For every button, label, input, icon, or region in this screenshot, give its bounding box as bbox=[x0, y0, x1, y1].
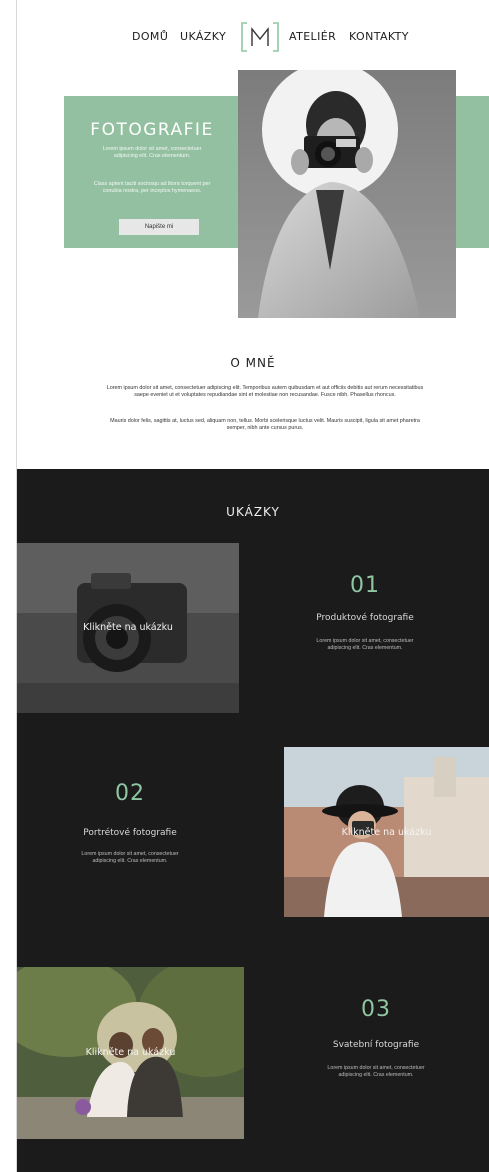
sample-card-portrait[interactable]: Klikněte na ukázku bbox=[284, 747, 489, 917]
hero-photo-photographer bbox=[238, 70, 456, 318]
sample-label-3: Svatební fotografie bbox=[332, 1040, 420, 1050]
sample-card-wedding[interactable]: Klikněte na ukázku bbox=[17, 967, 244, 1139]
sample-text-3: Lorem ipsum dolor sit amet, consectetuer… bbox=[327, 1065, 425, 1078]
logo-mark-icon bbox=[241, 22, 279, 52]
sample-number-1: 01 bbox=[350, 573, 380, 598]
hero-title: FOTOGRAFIE bbox=[90, 120, 214, 140]
about-title: O MNĚ bbox=[230, 356, 276, 370]
about-paragraph-2: Mauris dolor felis, sagittis at, luctus … bbox=[110, 418, 420, 431]
sample-cta-2: Klikněte na ukázku bbox=[341, 827, 432, 838]
hero-paragraph-1: Lorem ipsum dolor sit amet, consectetuer… bbox=[102, 146, 202, 159]
nav-item-ukazky[interactable]: UKÁZKY bbox=[180, 30, 226, 43]
nav-item-domu[interactable]: DOMŮ bbox=[132, 30, 168, 43]
nav-item-kontakty[interactable]: KONTAKTY bbox=[349, 30, 409, 43]
sample-number-2: 02 bbox=[115, 781, 145, 806]
sample-text-2: Lorem ipsum dolor sit amet, consectetuer… bbox=[81, 851, 179, 864]
contact-me-button[interactable]: Napište mi bbox=[119, 219, 199, 235]
logo[interactable] bbox=[241, 22, 279, 52]
sample-text-1: Lorem ipsum dolor sit amet, consectetuer… bbox=[316, 638, 414, 651]
samples-title: UKÁZKY bbox=[226, 505, 280, 519]
sample-card-product[interactable]: Klikněte na ukázku bbox=[17, 543, 239, 713]
sample-number-3: 03 bbox=[361, 997, 391, 1022]
sample-label-1: Produktové fotografie bbox=[316, 613, 414, 623]
main-nav: DOMŮ UKÁZKY ATELIÉR KONTAKTY bbox=[17, 22, 489, 52]
nav-item-atelier[interactable]: ATELIÉR bbox=[289, 30, 336, 43]
sample-cta-1: Klikněte na ukázku bbox=[83, 622, 173, 633]
about-paragraph-1: Lorem ipsum dolor sit amet, consectetuer… bbox=[106, 385, 424, 398]
sample-cta-3: Klikněte na ukázku bbox=[85, 1047, 176, 1058]
sample-label-2: Portrétové fotografie bbox=[83, 828, 177, 838]
hero-paragraph-2: Class aptent taciti sociosqu ad litora t… bbox=[93, 181, 211, 194]
